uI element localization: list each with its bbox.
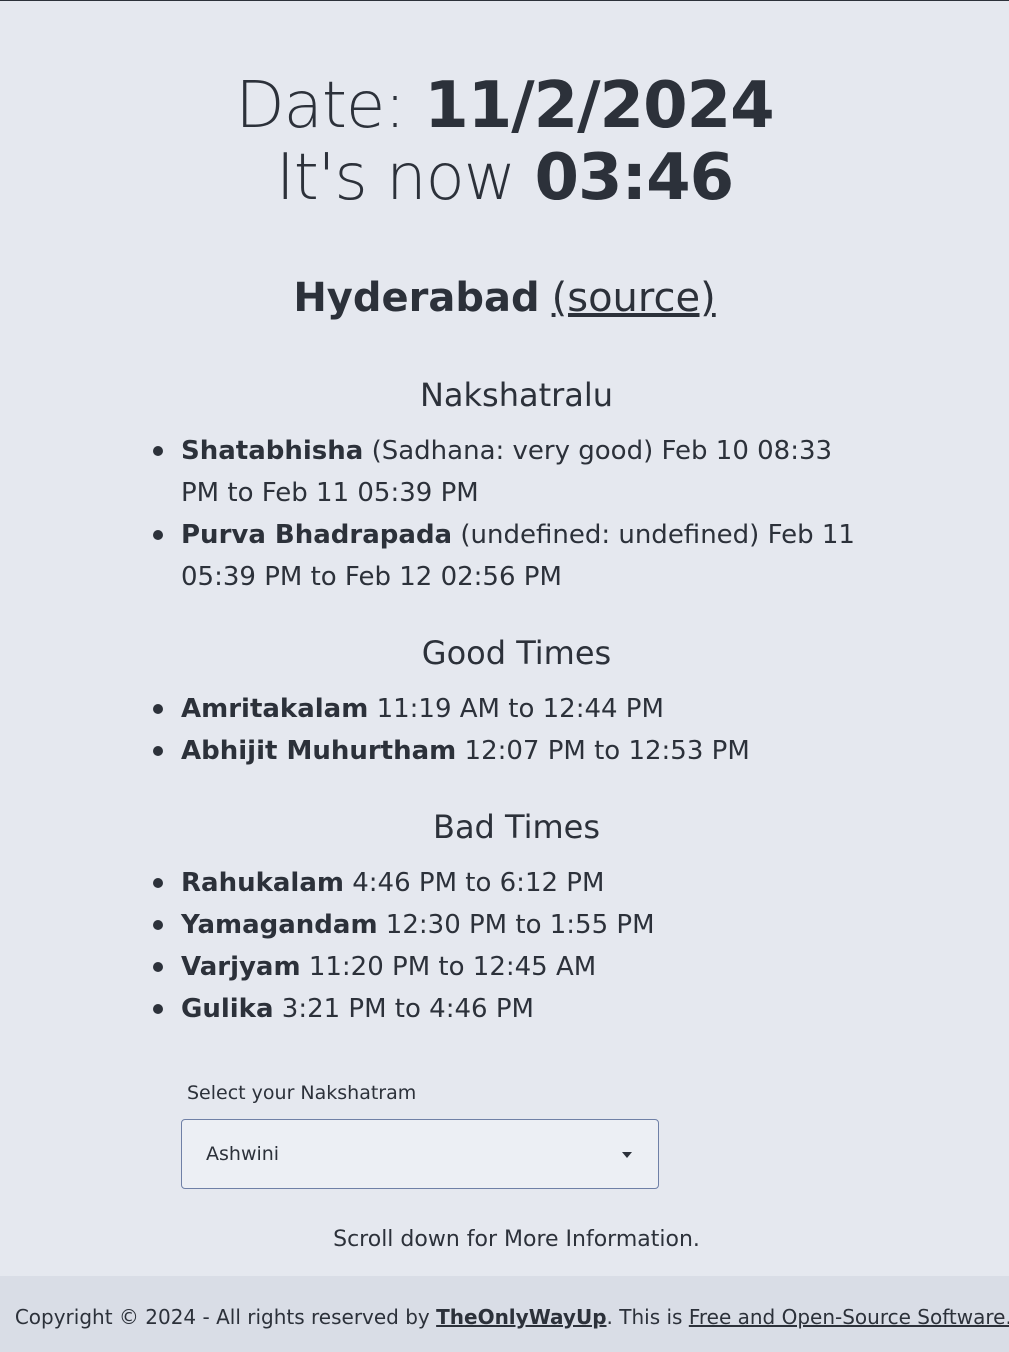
item-detail: 12:30 PM to 1:55 PM (377, 910, 655, 940)
item-name: Abhijit Muhurtham (181, 736, 457, 766)
item-detail: 4:46 PM to 6:12 PM (343, 868, 605, 898)
item-name: Varjyam (181, 952, 301, 982)
item-name: Purva Bhadrapada (181, 520, 453, 550)
top-border (0, 0, 1009, 1)
item-detail: 11:20 PM to 12:45 AM (300, 952, 597, 982)
copyright-text: Copyright © 2024 - All rights reserved b… (14, 1305, 437, 1329)
nakshatralu-title: Nakshatralu (419, 376, 614, 414)
footer-text: Copyright © 2024 - All rights reserved b… (0, 1303, 1009, 1331)
list-item: Gulika 3:21 PM to 4:46 PM (153, 988, 861, 1030)
nakshatram-select-label: Select your Nakshatram (187, 1082, 417, 1104)
bad-times-list: Rahukalam 4:46 PM to 6:12 PM Yamagandam … (133, 862, 861, 1030)
list-item: Rahukalam 4:46 PM to 6:12 PM (153, 862, 861, 904)
bad-times-title: Bad Times (432, 808, 601, 846)
item-detail: 3:21 PM to 4:46 PM (273, 994, 534, 1024)
date-line: Date: 11/2/2024 (0, 70, 1009, 142)
nakshatram-select[interactable]: Ashwini (181, 1119, 659, 1189)
list-item: Abhijit Muhurtham 12:07 PM to 12:53 PM (153, 730, 861, 772)
list-item: Shatabhisha (Sadhana: very good) Feb 10 … (153, 430, 861, 514)
now-label: It's now (275, 141, 535, 215)
city-heading: Hyderabad (source) (0, 268, 1009, 328)
item-name: Yamagandam (181, 910, 378, 940)
item-detail: 11:19 AM to 12:44 PM (368, 694, 664, 724)
item-detail: 12:07 PM to 12:53 PM (456, 736, 750, 766)
item-name: Shatabhisha (181, 436, 364, 466)
item-name: Rahukalam (181, 868, 344, 898)
author-link[interactable]: TheOnlyWayUp (436, 1305, 606, 1329)
date-value: 11/2/2024 (424, 69, 774, 143)
nakshatralu-list: Shatabhisha (Sadhana: very good) Feb 10 … (133, 430, 861, 598)
list-item: Yamagandam 12:30 PM to 1:55 PM (153, 904, 861, 946)
license-link[interactable]: Free and Open-Source Software. (689, 1305, 1009, 1329)
time-value: 03:46 (534, 141, 734, 215)
date-label: Date: (235, 69, 425, 143)
nakshatram-selected-value: Ashwini (206, 1143, 280, 1165)
chevron-down-icon (622, 1152, 632, 1158)
scroll-hint: Scroll down for More Information. (333, 1227, 700, 1252)
city-name: Hyderabad (293, 275, 540, 321)
good-times-list: Amritakalam 11:19 AM to 12:44 PM Abhijit… (133, 688, 861, 772)
item-name: Gulika (181, 994, 274, 1024)
list-item: Purva Bhadrapada (undefined: undefined) … (153, 514, 861, 598)
footer-middle-text: . This is (606, 1305, 689, 1329)
time-line: It's now 03:46 (0, 142, 1009, 214)
source-link[interactable]: (source) (552, 275, 716, 321)
list-item: Amritakalam 11:19 AM to 12:44 PM (153, 688, 861, 730)
footer: Copyright © 2024 - All rights reserved b… (0, 1276, 1009, 1352)
item-name: Amritakalam (181, 694, 369, 724)
date-time-header: Date: 11/2/2024 It's now 03:46 (0, 70, 1009, 214)
good-times-title: Good Times (421, 634, 612, 672)
list-item: Varjyam 11:20 PM to 12:45 AM (153, 946, 861, 988)
